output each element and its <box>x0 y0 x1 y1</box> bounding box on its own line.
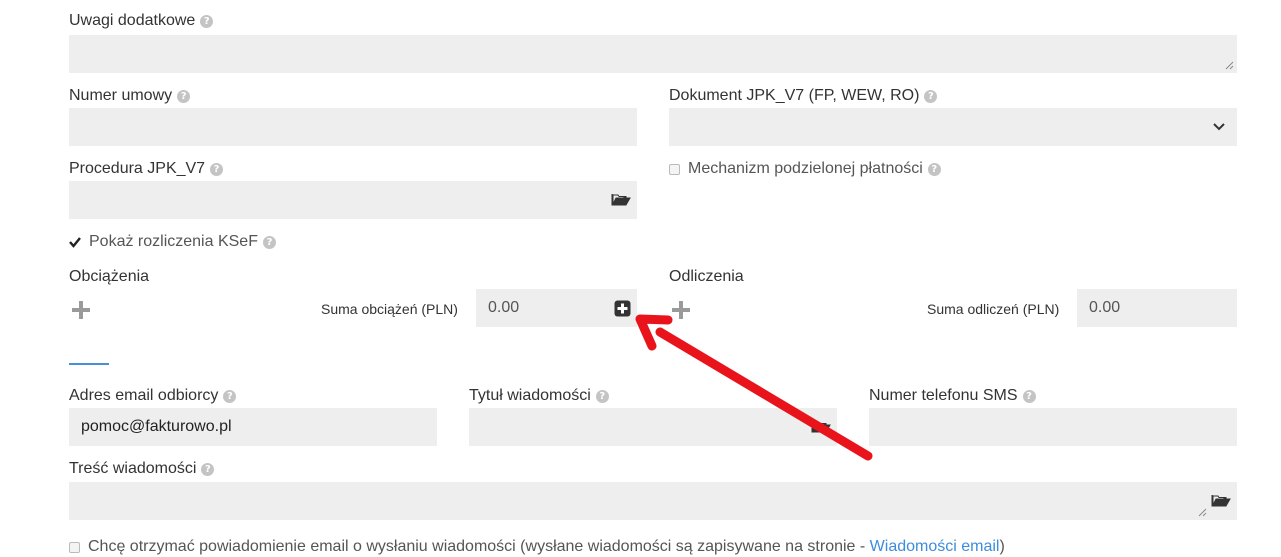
tresc-label: Treść wiadomości? <box>69 459 215 479</box>
question-circle-icon[interactable]: ? <box>595 390 609 403</box>
mechanizm-checkbox[interactable] <box>669 163 680 175</box>
question-circle-icon[interactable]: ? <box>924 90 938 103</box>
plus-square-icon[interactable] <box>614 300 631 317</box>
question-circle-icon[interactable]: ? <box>262 235 276 249</box>
tresc-textarea[interactable] <box>69 482 1237 520</box>
sms-label: Numer telefonu SMS? <box>869 386 1036 406</box>
resize-handle-icon[interactable] <box>1198 508 1207 517</box>
tab-underline <box>69 363 109 365</box>
question-circle-icon[interactable]: ? <box>210 163 224 176</box>
add-obciazenie-plus-icon[interactable] <box>71 300 91 320</box>
suma-odliczen-field: 0.00 <box>1077 289 1237 327</box>
folder-open-icon[interactable] <box>811 418 831 434</box>
numer-umowy-label: Numer umowy? <box>69 86 191 106</box>
suma-odliczen-label: Suma odliczeń (PLN) <box>927 301 1060 317</box>
tytul-label: Tytuł wiadomości? <box>469 386 609 406</box>
uwagi-textarea[interactable] <box>69 35 1237 73</box>
email-label: Adres email odbiorcy? <box>69 386 237 406</box>
question-circle-icon[interactable]: ? <box>177 90 191 103</box>
dokument-jpk-select[interactable] <box>669 108 1237 146</box>
sms-input[interactable] <box>869 408 1237 446</box>
notify-row: Chcę otrzymać powiadomienie email o wysł… <box>69 537 1005 557</box>
uwagi-label: Uwagi dodatkowe? <box>69 11 214 31</box>
tytul-input[interactable] <box>469 408 837 446</box>
procedura-jpk-label: Procedura JPK_V7? <box>69 159 224 179</box>
question-circle-icon[interactable]: ? <box>1022 390 1036 403</box>
numer-umowy-input[interactable] <box>69 108 637 146</box>
suma-obciazen-field: 0.00 <box>476 289 637 327</box>
question-circle-icon[interactable]: ? <box>201 463 215 476</box>
question-circle-icon[interactable]: ? <box>927 162 941 176</box>
dokument-jpk-label: Dokument JPK_V7 (FP, WEW, RO)? <box>669 86 938 106</box>
folder-open-icon[interactable] <box>611 191 631 207</box>
question-circle-icon[interactable]: ? <box>223 390 237 403</box>
ksef-row: Pokaż rozliczenia KSeF? <box>69 232 276 252</box>
folder-open-icon[interactable] <box>1211 492 1231 508</box>
add-odliczenie-plus-icon[interactable] <box>671 300 691 320</box>
question-circle-icon[interactable]: ? <box>200 15 214 28</box>
resize-handle-icon[interactable] <box>1225 61 1234 70</box>
chevron-down-icon <box>1213 123 1225 131</box>
email-field[interactable]: pomoc@fakturowo.pl <box>69 408 437 446</box>
obciazenia-title: Obciążenia <box>69 268 150 285</box>
suma-obciazen-label: Suma obciążeń (PLN) <box>321 301 458 317</box>
notify-checkbox[interactable] <box>69 541 80 553</box>
ksef-checkbox[interactable] <box>69 236 81 248</box>
mechanizm-row: Mechanizm podzielonej płatności? <box>669 159 941 179</box>
procedura-jpk-input[interactable] <box>69 181 637 219</box>
odliczenia-title: Odliczenia <box>669 268 744 285</box>
